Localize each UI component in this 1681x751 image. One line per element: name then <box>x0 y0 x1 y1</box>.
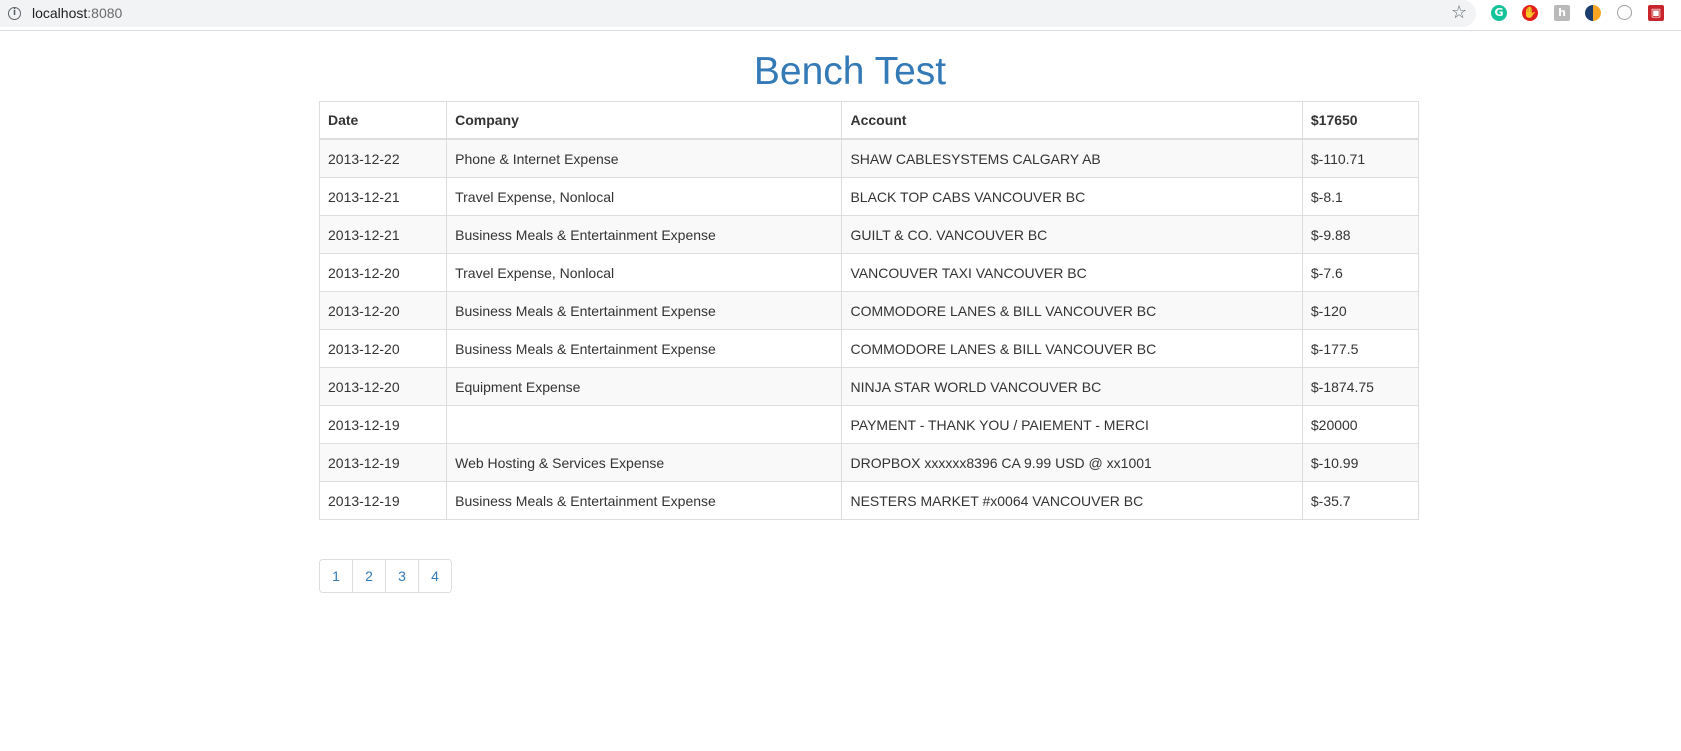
header-account: Account <box>841 101 1303 140</box>
cell-company: Travel Expense, Nonlocal <box>446 253 843 292</box>
cell-date: 2013-12-19 <box>318 481 448 520</box>
table-header-row: Date Company Account $17650 <box>318 101 1420 140</box>
cell-account: DROPBOX xxxxxx8396 CA 9.99 USD @ xx1001 <box>841 443 1303 482</box>
cell-account: NINJA STAR WORLD VANCOUVER BC <box>841 367 1303 406</box>
table-row: 2013-12-20 Business Meals & Entertainmen… <box>318 329 1420 368</box>
cell-amount: $-177.5 <box>1301 329 1420 368</box>
cell-date: 2013-12-19 <box>318 405 448 444</box>
browser-toolbar: i localhost:8080 ☆ G ✋ h ▣ <box>0 0 1681 31</box>
page-link-3[interactable]: 3 <box>385 560 418 592</box>
info-icon[interactable]: i <box>8 7 21 20</box>
cell-amount: $-35.7 <box>1301 481 1420 520</box>
transactions-table: Date Company Account $17650 2013-12-22 P… <box>318 101 1420 520</box>
pagination: 1 2 3 4 <box>319 559 452 593</box>
cell-company: Web Hosting & Services Expense <box>446 443 843 482</box>
cell-amount: $20000 <box>1301 405 1420 444</box>
half-moon-icon[interactable] <box>1585 5 1601 21</box>
cell-amount: $-110.71 <box>1301 138 1420 178</box>
cell-amount: $-9.88 <box>1301 215 1420 254</box>
page-title: Bench Test <box>753 50 947 93</box>
extension-icon[interactable]: h <box>1554 5 1570 21</box>
cell-company <box>446 405 843 444</box>
url-port: :8080 <box>87 5 123 21</box>
table-row: 2013-12-21 Travel Expense, Nonlocal BLAC… <box>318 177 1420 216</box>
cell-amount: $-10.99 <box>1301 443 1420 482</box>
table-row: 2013-12-22 Phone & Internet Expense SHAW… <box>318 138 1420 178</box>
table-row: 2013-12-19 PAYMENT - THANK YOU / PAIEMEN… <box>318 405 1420 444</box>
cell-company: Business Meals & Entertainment Expense <box>446 329 843 368</box>
cell-account: NESTERS MARKET #x0064 VANCOUVER BC <box>841 481 1303 520</box>
cell-amount: $-1874.75 <box>1301 367 1420 406</box>
cell-account: VANCOUVER TAXI VANCOUVER BC <box>841 253 1303 292</box>
url-text[interactable]: localhost:8080 <box>32 5 122 21</box>
table-row: 2013-12-19 Web Hosting & Services Expens… <box>318 443 1420 482</box>
puzzle-icon[interactable]: ▣ <box>1648 5 1664 21</box>
cell-date: 2013-12-20 <box>318 367 448 406</box>
adblock-icon[interactable]: ✋ <box>1522 5 1538 21</box>
cell-company: Travel Expense, Nonlocal <box>446 177 843 216</box>
page-link-2[interactable]: 2 <box>352 560 385 592</box>
table-row: 2013-12-20 Business Meals & Entertainmen… <box>318 291 1420 330</box>
cell-company: Business Meals & Entertainment Expense <box>446 291 843 330</box>
cell-account: COMMODORE LANES & BILL VANCOUVER BC <box>841 291 1303 330</box>
page-link-4[interactable]: 4 <box>418 560 451 592</box>
cell-date: 2013-12-20 <box>318 291 448 330</box>
cell-amount: $-120 <box>1301 291 1420 330</box>
url-host: localhost <box>32 5 88 21</box>
header-total: $17650 <box>1301 101 1420 140</box>
cell-amount: $-7.6 <box>1301 253 1420 292</box>
cell-date: 2013-12-22 <box>318 138 448 178</box>
cell-account: SHAW CABLESYSTEMS CALGARY AB <box>841 138 1303 178</box>
cell-company: Equipment Expense <box>446 367 843 406</box>
table-row: 2013-12-20 Equipment Expense NINJA STAR … <box>318 367 1420 406</box>
cell-amount: $-8.1 <box>1301 177 1420 216</box>
bookmark-star-icon[interactable]: ☆ <box>1451 2 1467 23</box>
cell-date: 2013-12-20 <box>318 329 448 368</box>
table-row: 2013-12-21 Business Meals & Entertainmen… <box>318 215 1420 254</box>
table-row: 2013-12-19 Business Meals & Entertainmen… <box>318 481 1420 520</box>
address-bar[interactable]: i localhost:8080 ☆ <box>0 0 1476 27</box>
cell-company: Business Meals & Entertainment Expense <box>446 215 843 254</box>
header-date: Date <box>318 101 448 140</box>
cell-account: COMMODORE LANES & BILL VANCOUVER BC <box>841 329 1303 368</box>
cell-account: GUILT & CO. VANCOUVER BC <box>841 215 1303 254</box>
cell-company: Phone & Internet Expense <box>446 138 843 178</box>
globe-icon[interactable] <box>1617 5 1632 20</box>
cell-account: PAYMENT - THANK YOU / PAIEMENT - MERCI <box>841 405 1303 444</box>
grammarly-icon[interactable]: G <box>1491 5 1507 21</box>
cell-account: BLACK TOP CABS VANCOUVER BC <box>841 177 1303 216</box>
header-company: Company <box>446 101 843 140</box>
cell-date: 2013-12-20 <box>318 253 448 292</box>
table-row: 2013-12-20 Travel Expense, Nonlocal VANC… <box>318 253 1420 292</box>
cell-date: 2013-12-19 <box>318 443 448 482</box>
cell-company: Business Meals & Entertainment Expense <box>446 481 843 520</box>
cell-date: 2013-12-21 <box>318 215 448 254</box>
cell-date: 2013-12-21 <box>318 177 448 216</box>
page-link-1[interactable]: 1 <box>320 560 352 592</box>
